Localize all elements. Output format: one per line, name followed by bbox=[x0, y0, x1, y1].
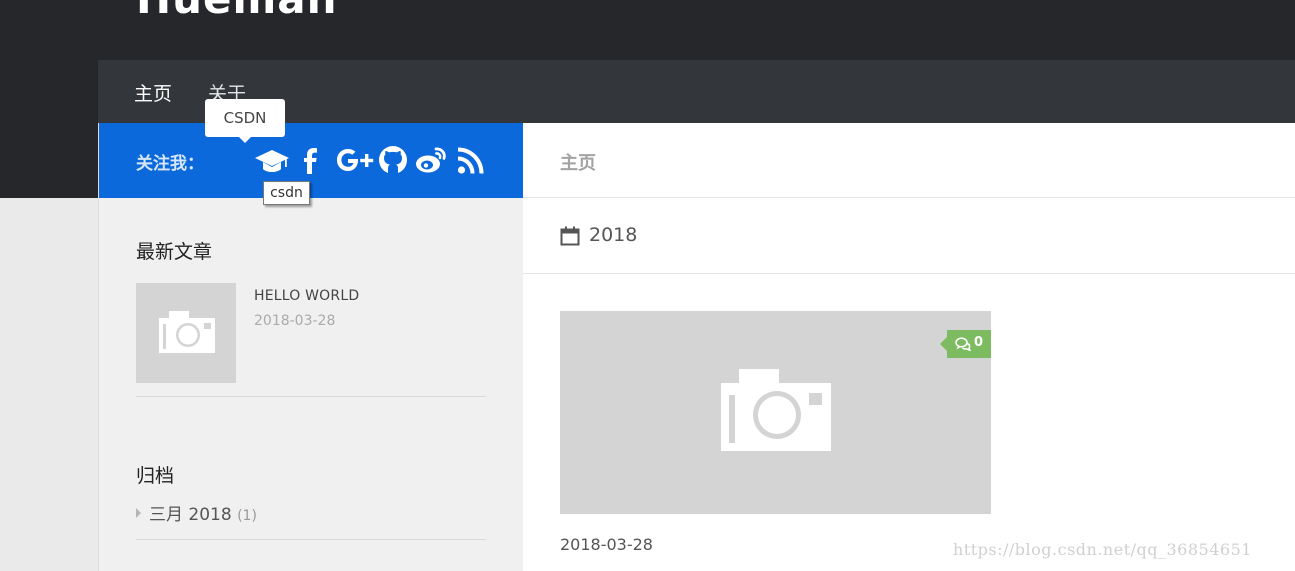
featured-image[interactable]: 0 bbox=[560, 311, 991, 514]
calendar-icon bbox=[560, 226, 580, 246]
caret-right-icon bbox=[136, 508, 141, 518]
content-divider bbox=[523, 197, 1295, 198]
csdn-tooltip: CSDN bbox=[205, 99, 285, 143]
sidebar: 关注我： 最新文章 HELLO WORLD 2018-03-28 归档 三月 2… bbox=[98, 123, 524, 571]
archive-heading: 2018 bbox=[589, 224, 638, 246]
comment-count-badge[interactable]: 0 bbox=[940, 330, 991, 358]
article-date: 2018-03-28 bbox=[560, 535, 653, 554]
archives-title: 归档 bbox=[136, 465, 175, 487]
nav-item-home[interactable]: 主页 bbox=[134, 79, 172, 106]
recent-post-date: 2018-03-28 bbox=[254, 313, 336, 329]
weibo-icon[interactable] bbox=[414, 143, 448, 177]
rss-icon[interactable] bbox=[455, 143, 485, 177]
page-heading: 主页 bbox=[560, 153, 596, 174]
archive-item-label: 三月 2018 bbox=[149, 505, 232, 525]
content-divider bbox=[523, 273, 1295, 274]
divider bbox=[136, 539, 486, 540]
divider bbox=[136, 396, 486, 397]
github-icon[interactable] bbox=[376, 143, 410, 177]
archive-item[interactable]: 三月 2018 (1) bbox=[136, 500, 257, 525]
follow-bar: 关注我： bbox=[99, 123, 524, 198]
facebook-icon[interactable] bbox=[300, 143, 322, 177]
follow-label: 关注我： bbox=[136, 154, 204, 174]
comments-icon bbox=[955, 337, 971, 351]
archive-item-count: (1) bbox=[237, 508, 257, 524]
recent-post-title[interactable]: HELLO WORLD bbox=[254, 288, 359, 304]
main-content: 主页 2018 0 2018-03-28 bbox=[523, 123, 1295, 571]
native-tooltip: csdn bbox=[263, 181, 310, 205]
camera-icon bbox=[159, 311, 215, 353]
google-plus-icon[interactable] bbox=[335, 143, 377, 177]
comment-count: 0 bbox=[974, 335, 984, 350]
camera-icon bbox=[721, 369, 831, 451]
csdn-graduation-cap-icon[interactable] bbox=[255, 143, 289, 177]
post-thumbnail[interactable] bbox=[136, 283, 236, 383]
recent-posts-title: 最新文章 bbox=[136, 241, 213, 263]
watermark: https://blog.csdn.net/qq_36854651 bbox=[953, 540, 1252, 559]
site-logo[interactable]: Hueman bbox=[136, 0, 338, 23]
